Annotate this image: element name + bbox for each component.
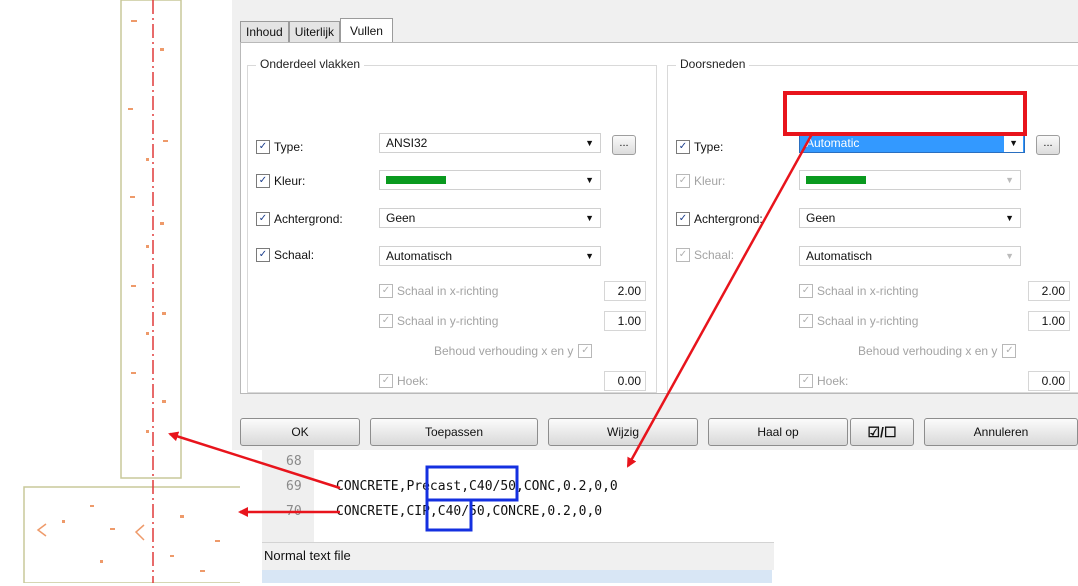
arrow-line	[168, 431, 341, 490]
arrow-line	[626, 133, 814, 468]
highlight-box-cip	[425, 498, 473, 532]
annotation-overlay	[168, 91, 1027, 532]
highlight-box-precast	[425, 465, 519, 502]
highlight-box-red	[783, 91, 1027, 136]
